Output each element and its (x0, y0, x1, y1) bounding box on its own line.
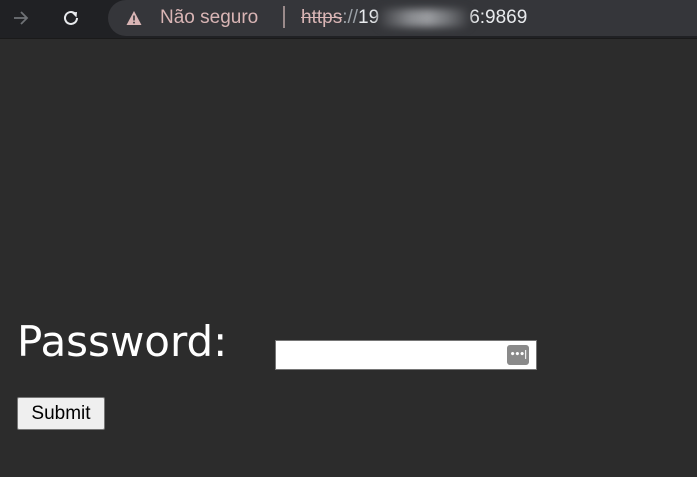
warning-triangle-icon[interactable] (126, 10, 142, 26)
url-text[interactable]: https://19 6:9869 (301, 7, 527, 29)
omnibox-divider (283, 6, 285, 28)
submit-button[interactable]: Submit (17, 397, 105, 430)
forward-button[interactable] (6, 4, 36, 32)
browser-toolbar: Não seguro https://19 6:9869 (0, 0, 697, 39)
password-field[interactable]: •••| (275, 340, 537, 370)
reload-button[interactable] (56, 4, 86, 32)
security-status-label[interactable]: Não seguro (160, 7, 258, 29)
page-content: Password: •••| Submit (0, 39, 697, 477)
address-bar[interactable]: Não seguro https://19 6:9869 (108, 0, 697, 36)
url-redacted-segment (379, 8, 470, 27)
url-scheme: https (301, 7, 343, 28)
reload-icon (64, 10, 78, 25)
arrow-right-icon (14, 11, 29, 25)
url-host-end: 6:9869 (469, 7, 528, 28)
url-separator: :// (342, 7, 359, 28)
url-host-start: 19 (358, 7, 380, 28)
password-label: Password: (17, 317, 228, 366)
password-key-icon[interactable]: •••| (507, 345, 529, 365)
